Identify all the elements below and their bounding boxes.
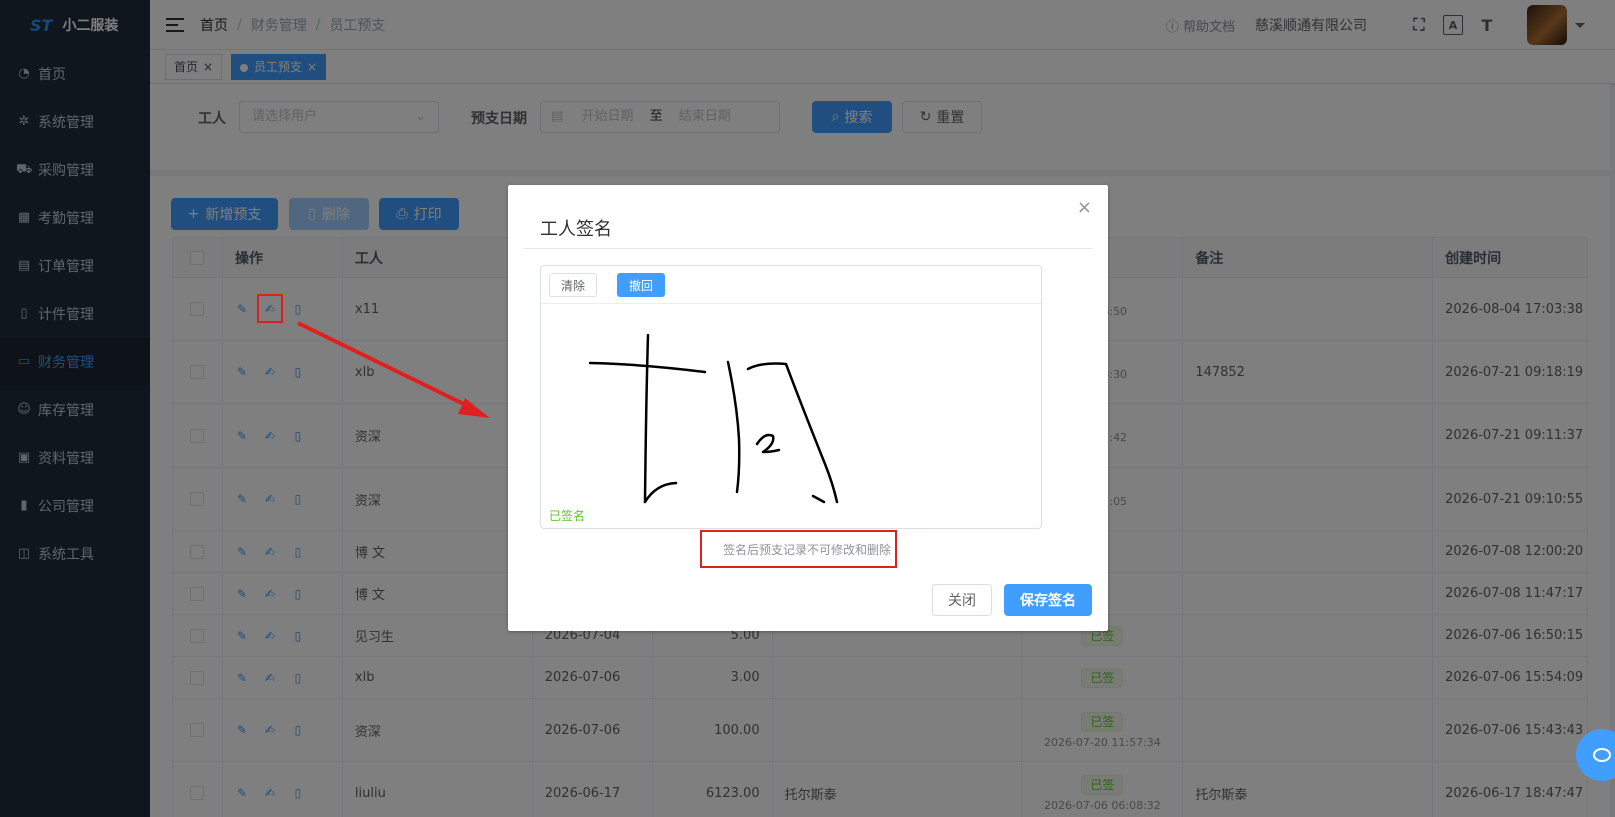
signature-status: 已签名 (549, 509, 586, 523)
signature-canvas[interactable] (541, 304, 1041, 504)
save-signature-button[interactable]: 保存签名 (1004, 584, 1092, 616)
signature-pad: 清除 撤回 已签名 (540, 265, 1042, 529)
chat-icon (1593, 748, 1611, 762)
dialog-title: 工人签名 (540, 219, 612, 240)
close-icon[interactable]: × (1077, 197, 1092, 218)
signature-dialog: 工人签名 × 清除 撤回 已签名 签名后预支记录不可修改和删除 关闭 保存签名 (508, 185, 1108, 631)
clear-button[interactable]: 清除 (549, 273, 597, 297)
undo-button[interactable]: 撤回 (617, 273, 665, 297)
close-button[interactable]: 关闭 (932, 584, 992, 616)
annotation-hint-box (700, 530, 897, 568)
